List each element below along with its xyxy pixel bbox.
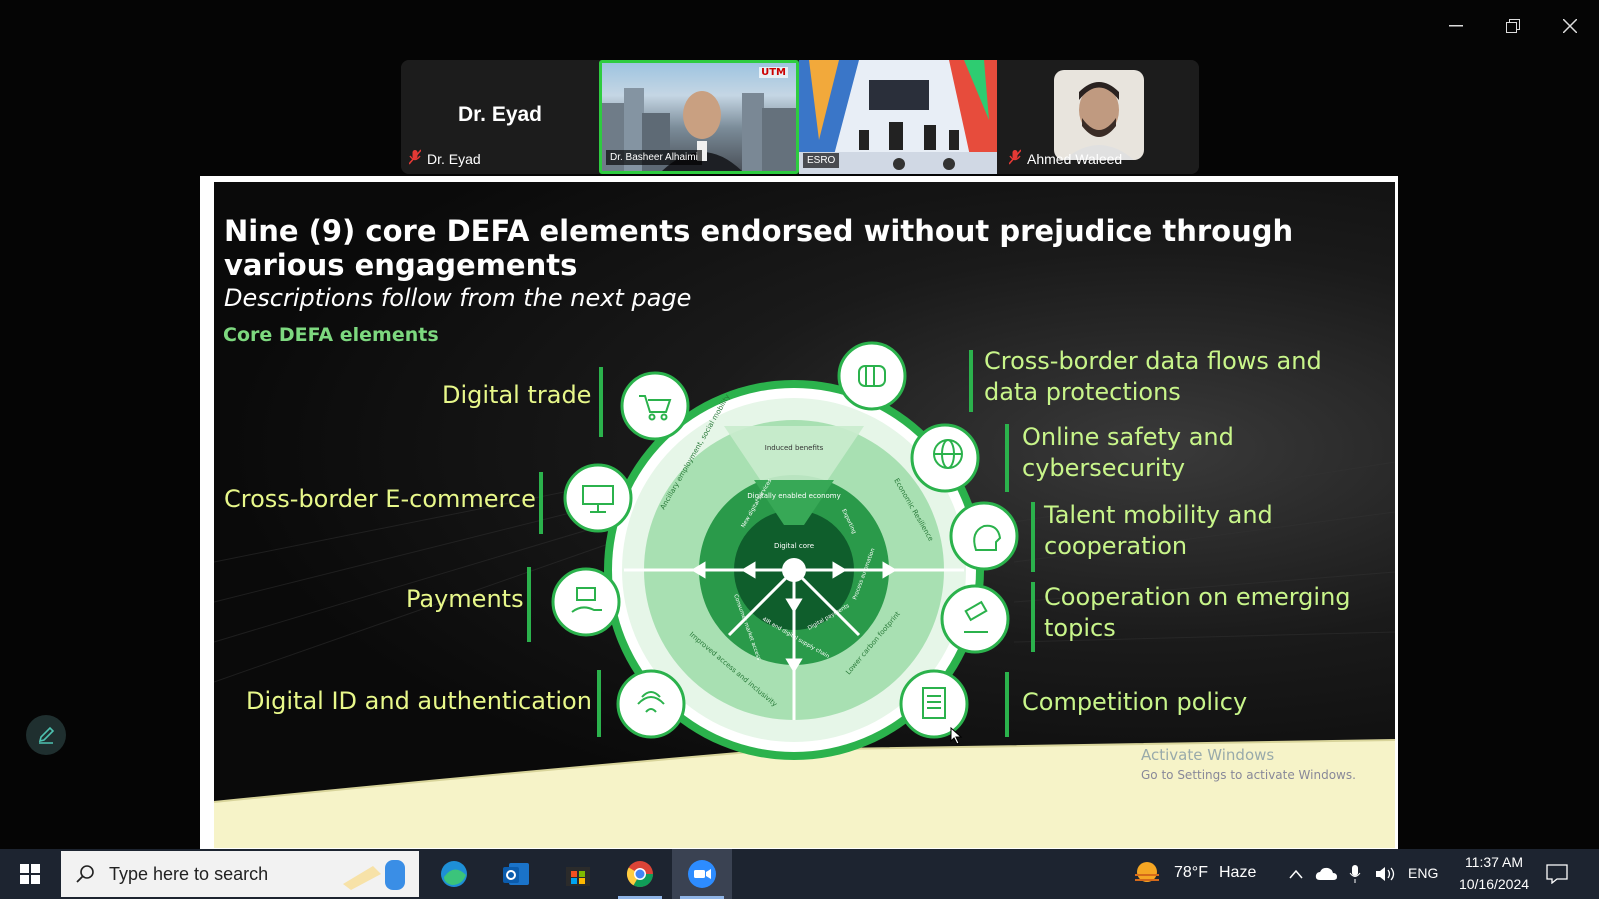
clock-time[interactable]: 11:37 AM: [1457, 854, 1531, 870]
activate-windows-hint: Go to Settings to activate Windows.: [1141, 768, 1356, 782]
section-label: Core DEFA elements: [223, 324, 439, 346]
chrome-app-button[interactable]: [610, 849, 670, 899]
clock-date[interactable]: 10/16/2024: [1451, 876, 1537, 892]
weather-haze-icon[interactable]: [1133, 859, 1163, 889]
slide-subtitle: Descriptions follow from the next page: [224, 284, 692, 312]
participant-name: Dr. Basheer Alhaimi: [606, 150, 702, 165]
participant-tile-basheer[interactable]: UTM Dr. Basheer Alhaimi: [599, 60, 799, 174]
slide-title: Nine (9) core DEFA elements endorsed wit…: [224, 214, 1294, 282]
zoom-meeting-window: Dr. Eyad Dr. Eyad UTM Dr. Basheer Alhaim: [0, 0, 1599, 899]
show-hidden-icons-chevron-icon[interactable]: [1289, 869, 1303, 879]
participant-tile-ahmed[interactable]: Ahmed Waleed: [999, 60, 1199, 174]
participant-label: Dr. Eyad: [408, 149, 481, 168]
store-app-button[interactable]: [548, 849, 608, 899]
onedrive-cloud-icon[interactable]: [1315, 867, 1337, 881]
annotate-pen-icon[interactable]: [26, 715, 66, 755]
windows-logo-icon: [20, 864, 40, 884]
element-payments: Payments: [406, 585, 524, 613]
start-button[interactable]: [0, 849, 60, 899]
participant-display-name: Dr. Eyad: [457, 103, 543, 126]
search-icon: [76, 865, 94, 883]
participant-video-strip: Dr. Eyad Dr. Eyad UTM Dr. Basheer Alhaim: [401, 60, 1199, 174]
notifications-icon[interactable]: [1546, 864, 1568, 884]
shared-slide: Nine (9) core DEFA elements endorsed wit…: [214, 182, 1395, 848]
element-emerging-topics: Cooperation on emerging topics: [1044, 583, 1351, 642]
search-highlight-illustration: [343, 860, 405, 890]
utm-badge: UTM: [759, 67, 788, 78]
outlook-icon: [503, 863, 529, 885]
label-digital-core: Digital core: [774, 542, 814, 550]
participant-tile-esro[interactable]: ESRO: [799, 60, 997, 174]
zoom-app-button[interactable]: [672, 849, 732, 899]
weather-description[interactable]: Haze: [1219, 864, 1256, 882]
minimize-icon[interactable]: [1436, 10, 1476, 42]
participant-name: Ahmed Waleed: [1027, 150, 1123, 167]
defa-wheel-diagram: Induced benefits Digitally enabled econo…: [604, 380, 984, 760]
participant-name: ESRO: [803, 153, 840, 168]
element-cross-border-data-flows: Cross-border data flows and data protect…: [984, 347, 1322, 406]
participant-label: Ahmed Waleed: [1008, 149, 1123, 168]
input-language[interactable]: ENG: [1408, 865, 1438, 881]
mic-muted-icon: [408, 149, 422, 168]
search-placeholder: Type here to search: [109, 863, 269, 884]
participant-tile-dr-eyad[interactable]: Dr. Eyad Dr. Eyad: [401, 60, 599, 174]
restore-icon[interactable]: [1493, 10, 1533, 42]
windows-taskbar: Type here to search 78°F Haze ENG 11:37: [0, 849, 1599, 899]
outlook-app-button[interactable]: [486, 849, 546, 899]
mic-muted-icon: [1008, 149, 1022, 168]
mouse-cursor-icon: [950, 727, 963, 745]
close-icon[interactable]: [1550, 10, 1590, 42]
element-competition-policy: Competition policy: [1022, 688, 1248, 716]
participant-name: Dr. Eyad: [427, 150, 481, 167]
activate-windows-watermark: Activate Windows: [1141, 746, 1275, 764]
chrome-icon: [626, 861, 654, 888]
taskbar-search-input[interactable]: Type here to search: [61, 851, 419, 897]
element-cross-border-ecommerce: Cross-border E-commerce: [224, 485, 536, 513]
avatar: [1054, 70, 1144, 160]
edge-icon: [441, 861, 467, 887]
element-digital-trade: Digital trade: [442, 381, 592, 409]
zoom-icon: [688, 860, 716, 888]
microphone-icon[interactable]: [1349, 864, 1361, 884]
speaker-volume-icon[interactable]: [1375, 865, 1397, 883]
element-talent-mobility: Talent mobility and cooperation: [1044, 501, 1273, 560]
microsoft-store-icon: [566, 867, 590, 886]
element-online-safety: Online safety and cybersecurity: [1022, 423, 1234, 482]
weather-temperature[interactable]: 78°F: [1174, 864, 1208, 882]
label-induced-benefits: Induced benefits: [765, 444, 824, 452]
element-digital-id: Digital ID and authentication: [246, 687, 592, 715]
edge-app-button[interactable]: [424, 849, 484, 899]
